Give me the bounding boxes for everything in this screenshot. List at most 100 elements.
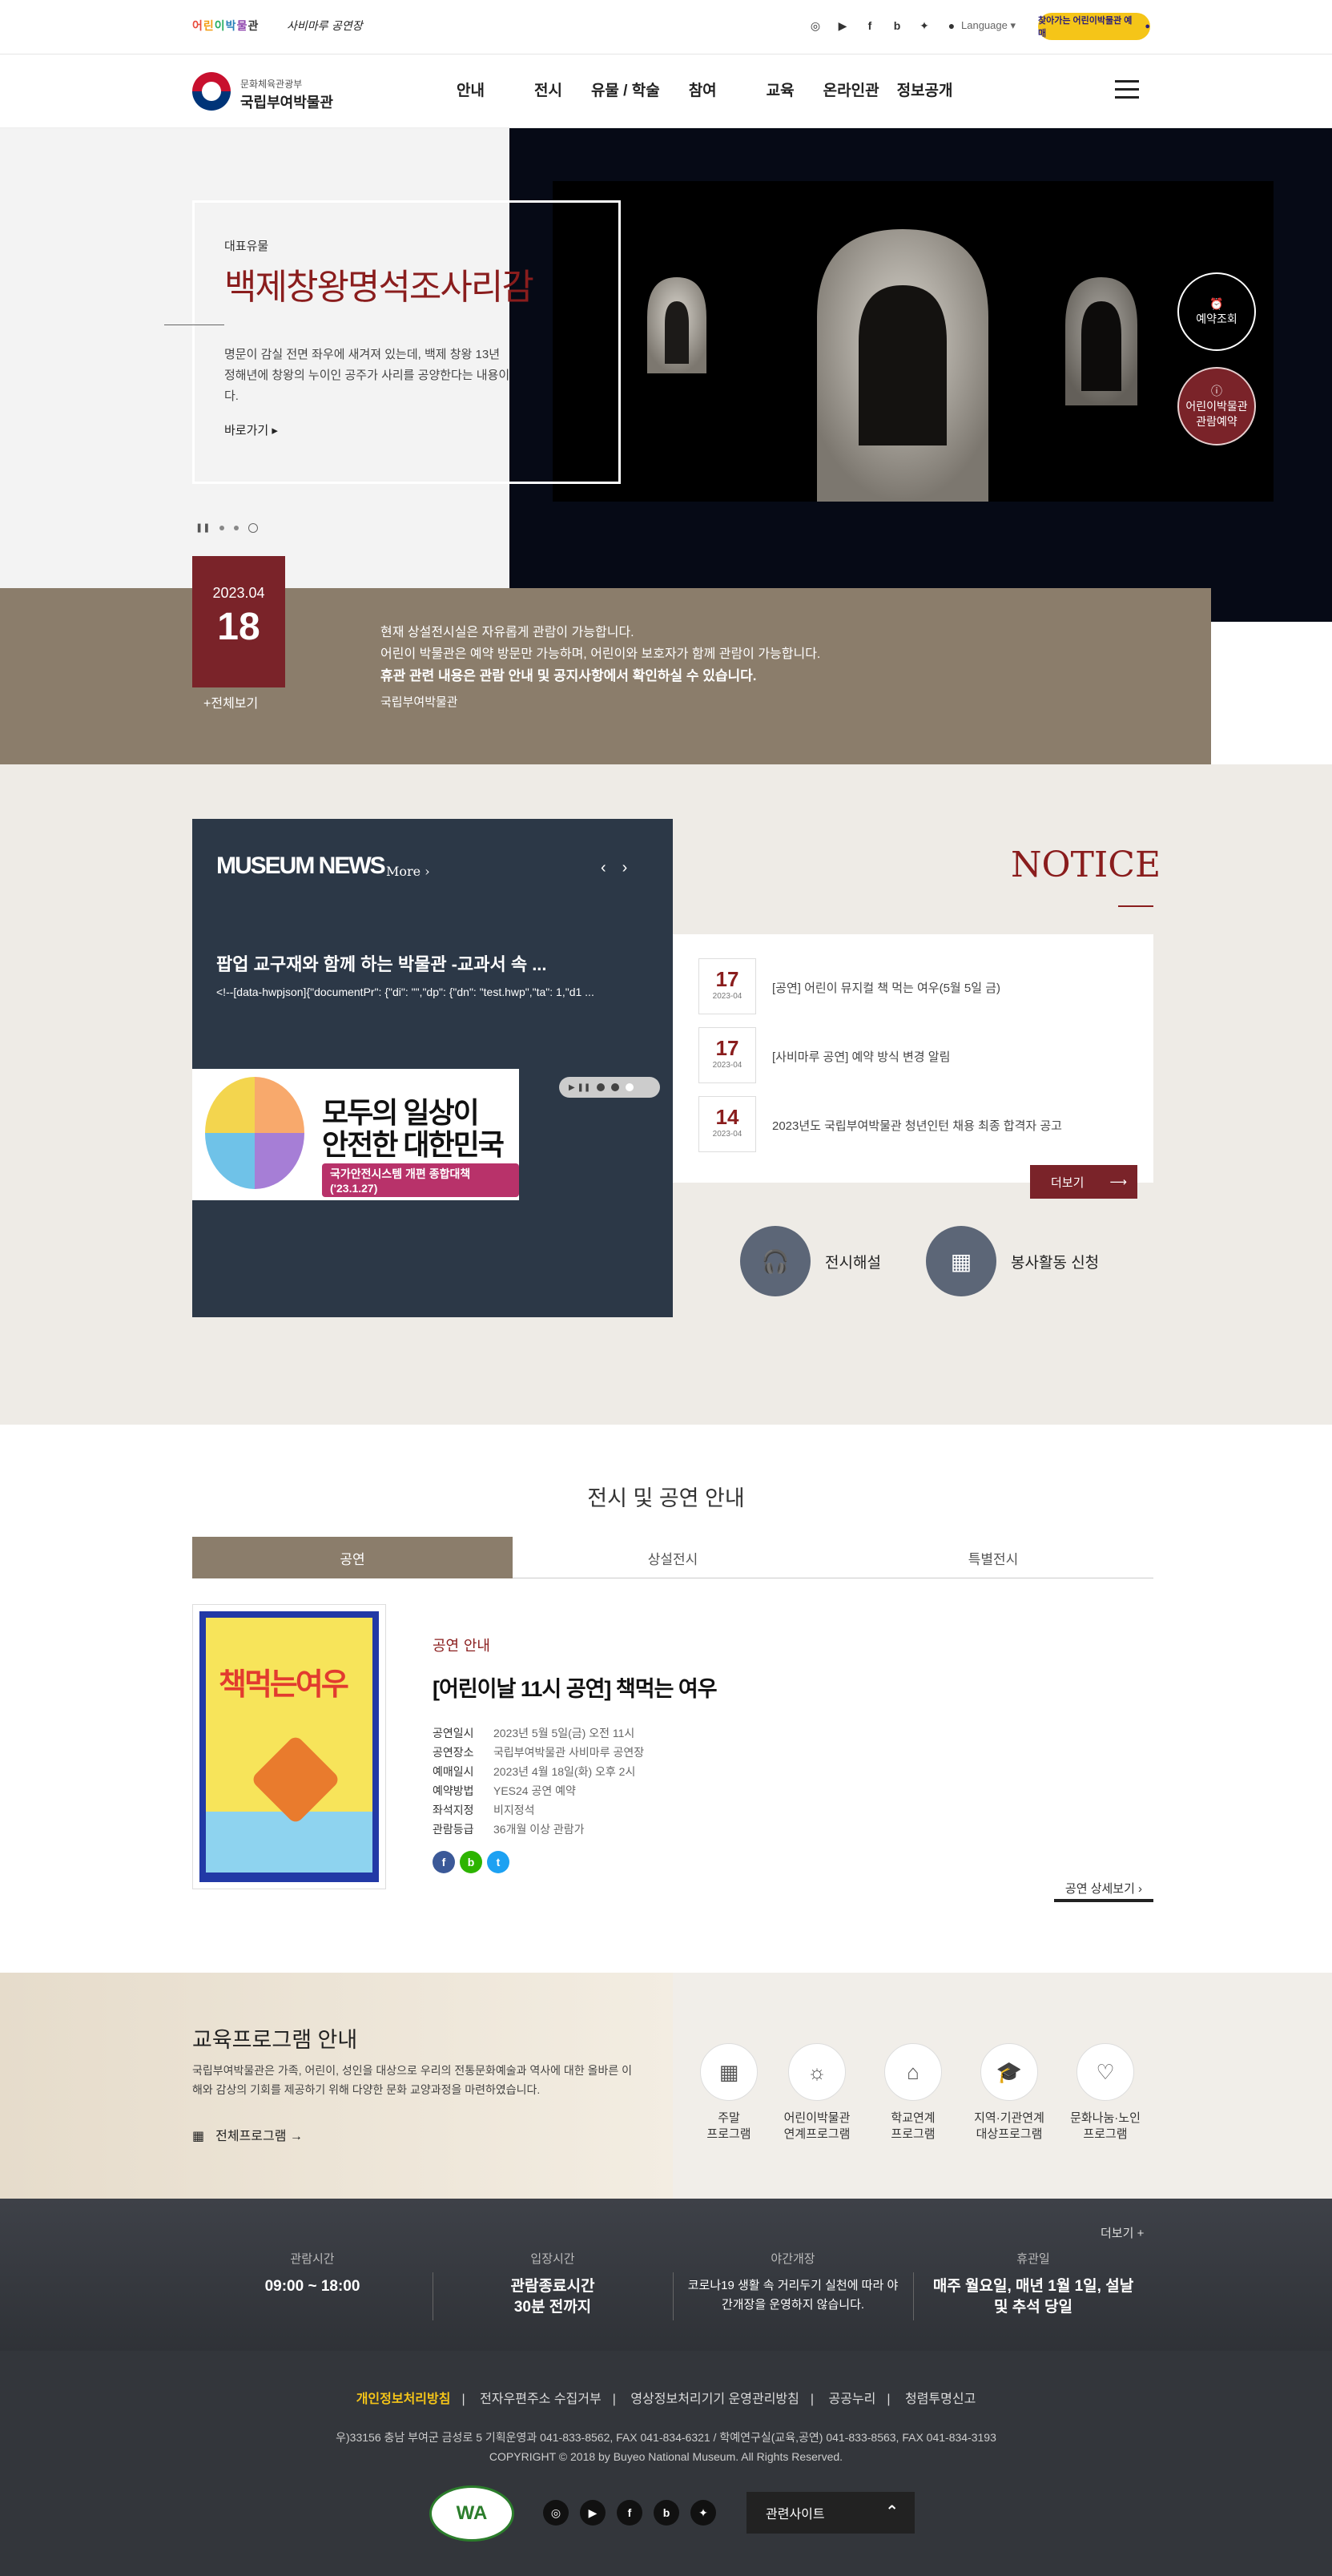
notice-line: 어린이 박물관은 예약 방문만 가능하며, 어린이와 보호자가 함께 관람이 가…	[380, 647, 821, 661]
news-banner-pager[interactable]: ▶ ❚❚	[559, 1077, 660, 1098]
menu-participation[interactable]: 참여	[689, 79, 717, 100]
news-more-link[interactable]: More ›	[386, 864, 430, 879]
language-select[interactable]: Language ▾	[961, 19, 1016, 32]
sns-links: ◎ ▶ f b ✦ ●	[807, 18, 960, 34]
calendar-icon: ▦	[192, 2130, 205, 2143]
graduation-cap-icon: 🎓	[980, 2043, 1038, 2101]
program-school[interactable]: ⌂ 학교연계 프로그램	[865, 2043, 961, 2143]
twitter-share-icon[interactable]: t	[487, 1851, 509, 1873]
next-arrow-icon[interactable]: ›	[622, 859, 644, 877]
notice-sign: 국립부여박물관	[380, 695, 458, 709]
tab-special[interactable]: 특별전시	[833, 1537, 1153, 1578]
play-icon[interactable]: ▶ ❚❚	[569, 1083, 590, 1092]
utility-bar: 어린이박물관 사비마루 공연장 ◎ ▶ f b ✦ ● Language ▾ 찾…	[0, 0, 1332, 54]
facebook-share-icon[interactable]: f	[433, 1851, 455, 1873]
twitter-icon[interactable]: ✦	[690, 2500, 716, 2526]
volunteer-apply-button[interactable]: ▦ 봉사활동 신청	[926, 1226, 1099, 1296]
prev-arrow-icon[interactable]: ‹	[601, 859, 622, 877]
menu-relics[interactable]: 유물 / 학술	[591, 79, 660, 100]
performance-kind: 공연 안내	[433, 1638, 490, 1655]
youtube-icon[interactable]: ▶	[580, 2500, 606, 2526]
view-all-link[interactable]: +전체보기	[203, 692, 258, 712]
notice-item[interactable]: 17 2023-04 [공연] 어린이 뮤지컬 책 먹는 여우(5월 5일 금)	[698, 958, 1147, 1014]
tab-permanent[interactable]: 상설전시	[513, 1537, 833, 1578]
email-refusal-link[interactable]: 전자우편주소 수집거부	[480, 2393, 602, 2406]
gallery-guide-button[interactable]: 🎧 전시해설	[740, 1226, 881, 1296]
menu-exhibition[interactable]: 전시	[534, 79, 562, 100]
hero-label: 대표유물	[224, 240, 269, 253]
hero-description: 명문이 감실 전면 좌우에 새겨져 있는데, 백제 창왕 13년 정해년에 창왕…	[224, 348, 510, 403]
kids-museum-reservation-button[interactable]: ⓘ 어린이박물관 관람예약	[1177, 367, 1256, 445]
hero-more-link[interactable]: 바로가기 ▸	[224, 421, 278, 438]
family-hands-illustration	[205, 1077, 304, 1189]
cctv-policy-link[interactable]: 영상정보처리기기 운영관리방침	[630, 2393, 799, 2406]
notice-title[interactable]: 2023년도 국립부여박물관 청년인턴 채용 최종 합격자 공고	[772, 1117, 1062, 1134]
notice-more-button[interactable]: 더보기 ⟶	[1030, 1165, 1137, 1199]
tab-performance[interactable]: 공연	[192, 1537, 513, 1578]
notice-line: 현재 상설전시실은 자유롭게 관람이 가능합니다.	[380, 626, 634, 639]
detail-row: 공연일시 2023년 5월 5일(금) 오전 11시	[433, 1727, 635, 1740]
news-excerpt: <!--[data-hwpjson]{"documentPr": {"di": …	[216, 986, 594, 998]
program-culture-sharing[interactable]: ♡ 문화나눔·노인 프로그램	[1057, 2043, 1153, 2143]
slide-dot[interactable]	[219, 525, 225, 530]
notice-title[interactable]: [공연] 어린이 뮤지컬 책 먹는 여우(5월 5일 금)	[772, 979, 1000, 996]
news-arrows: ‹›	[601, 859, 643, 877]
program-community[interactable]: 🎓 지역·기관연계 대상프로그램	[961, 2043, 1057, 2143]
program-kids-museum[interactable]: ☼ 어린이박물관 연계프로그램	[769, 2043, 865, 2143]
performance-detail-link[interactable]: 공연 상세보기 ›	[1054, 1880, 1153, 1902]
slide-dot-active[interactable]	[248, 522, 259, 533]
instagram-icon[interactable]: ◎	[543, 2500, 569, 2526]
footer-address: 우)33156 충남 부여군 금성로 5 기획운영과 041-833-8562,…	[336, 2431, 996, 2463]
performance-poster[interactable]: 책먹는여우	[192, 1604, 386, 1889]
all-programs-link[interactable]: ▦ 전체프로그램 →	[192, 2125, 303, 2144]
detail-row: 관람등급 36개월 이상 관람가	[433, 1823, 585, 1836]
pause-icon[interactable]: ❚❚	[195, 522, 210, 533]
education-section: 교육프로그램 안내 국립부여박물관은 가족, 어린이, 성인을 대상으로 우리의…	[0, 1973, 1332, 2199]
integrity-report-link[interactable]: 청렴투명신고	[905, 2393, 976, 2406]
alarm-clock-icon: ⏰	[1209, 297, 1224, 310]
performance-details: 공연일시 2023년 5월 5일(금) 오전 11시 공연장소 국립부여박물관 사비…	[433, 1723, 644, 1839]
museum-logo[interactable]: 문화체육관광부 국립부여박물관	[192, 69, 352, 114]
safety-campaign-banner[interactable]: 모두의 일상이 안전한 대한민국 국가안전시스템 개편 종합대책('23.1.2…	[192, 1069, 519, 1200]
twitter-icon[interactable]: ✦	[916, 18, 932, 34]
news-title[interactable]: 팝업 교구재와 함께 하는 박물관 -교과서 속 ...	[216, 950, 547, 976]
kogl-link[interactable]: 공공누리	[828, 2393, 875, 2406]
notice-date: 17 2023-04	[698, 958, 756, 1014]
hours-more-link[interactable]: 더보기 +	[1101, 2224, 1144, 2241]
sabimaru-link[interactable]: 사비마루 공연장	[287, 18, 363, 34]
menu-disclosure[interactable]: 정보공개	[897, 79, 953, 100]
blog-icon[interactable]: b	[889, 18, 905, 34]
kids-reservation-banner[interactable]: 찾아가는 어린이박물관 예매 ●	[1038, 13, 1150, 40]
kids-museum-link[interactable]: 어린이박물관	[192, 18, 259, 34]
program-weekend[interactable]: ▦ 주말 프로그램	[681, 2043, 777, 2143]
youtube-icon[interactable]: ▶	[835, 18, 851, 34]
exhibit-heading: 전시 및 공연 안내	[587, 1486, 745, 1510]
web-accessibility-mark[interactable]: WA	[429, 2485, 514, 2542]
detail-row: 예매일시 2023년 4월 18일(화) 오후 2시	[433, 1765, 636, 1778]
hours-closed: 휴관일 매주 월요일, 매년 1월 1일, 설날 및 추석 당일	[932, 2252, 1134, 2316]
facebook-icon[interactable]: f	[862, 18, 878, 34]
menu-info[interactable]: 안내	[457, 79, 485, 100]
museum-news-panel: MUSEUM NEWS More › ‹› 팝업 교구재와 함께 하는 박물관 …	[192, 819, 673, 1317]
privacy-policy-link[interactable]: 개인정보처리방침	[356, 2393, 451, 2406]
notice-list: 17 2023-04 [공연] 어린이 뮤지컬 책 먹는 여우(5월 5일 금) …	[673, 934, 1153, 1183]
hamburger-menu-icon[interactable]	[1115, 80, 1139, 99]
instagram-icon[interactable]: ◎	[807, 18, 823, 34]
blog-share-icon[interactable]: b	[460, 1851, 482, 1873]
menu-education[interactable]: 교육	[767, 79, 795, 100]
notice-item[interactable]: 14 2023-04 2023년도 국립부여박물관 청년인턴 채용 최종 합격자 …	[698, 1096, 1147, 1152]
menu-online[interactable]: 온라인관	[823, 79, 879, 100]
poster-title: 책먹는여우	[219, 1668, 349, 1702]
kakao-icon[interactable]: ●	[944, 18, 960, 34]
slide-dot[interactable]	[234, 525, 239, 530]
notice-item[interactable]: 17 2023-04 [사비마루 공연] 예약 방식 변경 알림	[698, 1027, 1147, 1083]
blog-icon[interactable]: b	[654, 2500, 679, 2526]
relic-photo	[553, 181, 1274, 502]
reservation-check-button[interactable]: ⏰ 예약조회	[1177, 272, 1256, 351]
banner-line2: 안전한 대한민국	[322, 1128, 505, 1161]
taegeuk-logo-icon	[192, 72, 231, 111]
notice-title[interactable]: [사비마루 공연] 예약 방식 변경 알림	[772, 1048, 950, 1065]
facebook-icon[interactable]: f	[617, 2500, 642, 2526]
chevron-up-icon: ⌃	[885, 2503, 899, 2521]
related-sites-select[interactable]: 관련사이트 ⌃	[746, 2492, 915, 2534]
